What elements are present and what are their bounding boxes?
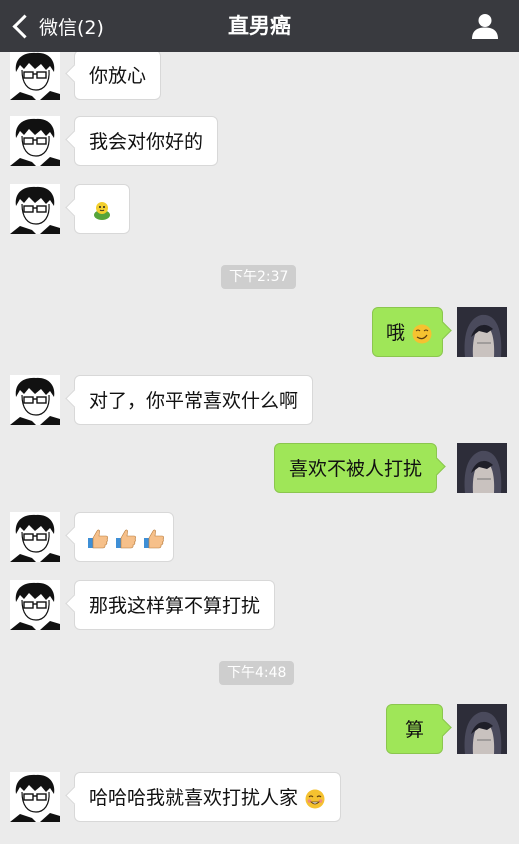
person-icon[interactable] bbox=[471, 12, 499, 40]
chevron-left-icon bbox=[12, 13, 37, 39]
back-label: 微信(2) bbox=[39, 16, 104, 39]
message-text: 我会对你好的 bbox=[89, 131, 204, 153]
message-bubble-received[interactable]: 你放心 bbox=[74, 52, 162, 100]
message-text: 哈哈哈我就喜欢打扰人家 bbox=[89, 787, 299, 809]
avatar[interactable] bbox=[10, 772, 60, 822]
message-bubble-sent[interactable]: 喜欢不被人打扰 bbox=[274, 443, 438, 493]
message-text: 喜欢不被人打扰 bbox=[289, 458, 423, 480]
timestamp-badge: 下午4:48 bbox=[219, 661, 295, 685]
message-list[interactable]: 你放心 我会对你好的 下午2:37 哦 对了，你平常喜欢什么啊 喜欢不被人打扰 … bbox=[0, 52, 519, 844]
avatar-self[interactable] bbox=[457, 443, 507, 493]
message-text: 你放心 bbox=[89, 65, 147, 87]
avatar-photo-icon bbox=[457, 307, 507, 357]
avatar-self[interactable] bbox=[457, 307, 507, 357]
avatar[interactable] bbox=[10, 116, 60, 166]
nav-bar: 微信(2) 直男癌 bbox=[0, 0, 519, 52]
message-text: 那我这样算不算打扰 bbox=[89, 595, 261, 617]
timestamp-badge: 下午2:37 bbox=[221, 265, 297, 289]
avatar-photo-icon bbox=[457, 704, 507, 754]
thumbs-up-emoji-icon bbox=[88, 529, 108, 548]
message-bubble-received[interactable]: 那我这样算不算打扰 bbox=[74, 580, 276, 630]
message-bubble-received[interactable]: 哈哈哈我就喜欢打扰人家 bbox=[74, 772, 342, 822]
thumbs-up-emoji-icon bbox=[144, 529, 165, 548]
message-bubble-sent[interactable]: 哦 bbox=[372, 307, 443, 357]
avatar-drawing-icon bbox=[10, 184, 60, 234]
thumbs-up-emoji-icon bbox=[116, 529, 136, 548]
avatar-drawing-icon bbox=[10, 580, 60, 630]
message-text: 对了，你平常喜欢什么啊 bbox=[89, 390, 299, 412]
message-bubble-received[interactable]: 我会对你好的 bbox=[74, 116, 219, 166]
message-bubble-sent[interactable]: 算 bbox=[386, 704, 443, 754]
message-bubble-received[interactable]: 对了，你平常喜欢什么啊 bbox=[74, 375, 314, 425]
avatar-self[interactable] bbox=[457, 704, 507, 754]
avatar[interactable] bbox=[10, 184, 60, 234]
avatar-drawing-icon bbox=[10, 52, 60, 100]
avatar-drawing-icon bbox=[10, 375, 60, 425]
avatar[interactable] bbox=[10, 580, 60, 630]
avatar-drawing-icon bbox=[10, 512, 60, 562]
avatar[interactable] bbox=[10, 512, 60, 562]
message-bubble-received[interactable] bbox=[74, 512, 174, 562]
avatar[interactable] bbox=[10, 52, 60, 100]
message-bubble-received[interactable] bbox=[74, 184, 130, 234]
bug-emoji-icon bbox=[94, 201, 110, 220]
back-button[interactable]: 微信(2) bbox=[10, 0, 104, 52]
blush-emoji-icon bbox=[305, 789, 325, 808]
avatar-drawing-icon bbox=[10, 116, 60, 166]
avatar-photo-icon bbox=[457, 443, 507, 493]
avatar[interactable] bbox=[10, 375, 60, 425]
avatar-drawing-icon bbox=[10, 772, 60, 822]
message-text: 算 bbox=[404, 719, 424, 741]
message-text: 哦 bbox=[386, 322, 406, 344]
smirk-emoji-icon bbox=[412, 324, 432, 343]
